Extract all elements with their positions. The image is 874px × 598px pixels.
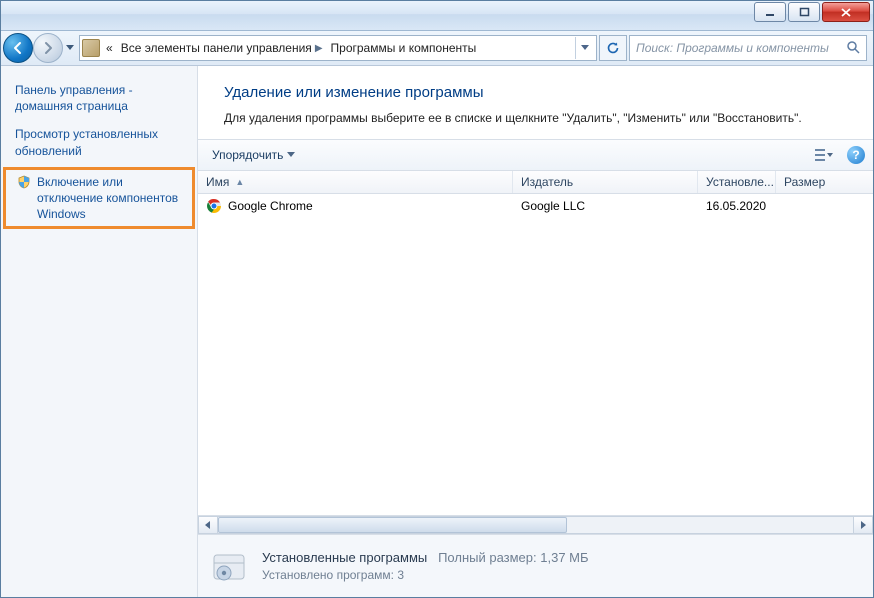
scroll-thumb[interactable] (218, 517, 567, 533)
column-label: Установле... (706, 175, 774, 189)
sidebar-item-label: Включение или отключение компонентов Win… (37, 174, 185, 223)
shield-icon (17, 175, 31, 189)
organize-menu[interactable]: Упорядочить (206, 146, 301, 164)
horizontal-scrollbar[interactable] (198, 515, 873, 534)
view-options-button[interactable] (809, 144, 839, 166)
content-pane: Удаление или изменение программы Для уда… (198, 66, 873, 597)
column-label: Имя (206, 175, 229, 189)
chevron-down-icon (287, 152, 295, 158)
sidebar: Панель управления - домашняя страница Пр… (1, 66, 198, 597)
control-panel-window: « Все элементы панели управления ▶ Прогр… (0, 0, 874, 598)
chevron-right-icon: ▶ (315, 43, 323, 54)
page-description: Для удаления программы выберите ее в спи… (224, 111, 847, 125)
list-rows: Google Chrome Google LLC 16.05.2020 (198, 194, 873, 515)
cell-name: Google Chrome (228, 199, 313, 213)
programs-box-icon (208, 545, 250, 587)
details-title: Установленные программы (262, 550, 427, 565)
address-bar[interactable]: « Все элементы панели управления ▶ Прогр… (79, 35, 597, 61)
scroll-track[interactable] (218, 516, 853, 534)
sort-ascending-icon: ▲ (235, 177, 244, 187)
column-header-row: Имя ▲ Издатель Установле... Размер (198, 171, 873, 194)
scroll-right-button[interactable] (853, 516, 873, 534)
column-label: Размер (784, 175, 825, 189)
scroll-left-button[interactable] (198, 516, 218, 534)
breadcrumb-chevrons[interactable]: « (104, 41, 115, 55)
breadcrumb-label: Все элементы панели управления (121, 41, 312, 55)
toolbar: Упорядочить ? (198, 139, 873, 171)
details-count-label: Установлено программ: (262, 568, 394, 582)
sidebar-item-windows-features[interactable]: Включение или отключение компонентов Win… (3, 167, 195, 230)
search-icon (846, 40, 862, 56)
forward-button[interactable] (33, 33, 63, 63)
details-pane: Установленные программы Полный размер: 1… (198, 534, 873, 597)
column-header-installed[interactable]: Установле... (698, 171, 776, 193)
content-header: Удаление или изменение программы Для уда… (198, 66, 873, 139)
cell-publisher: Google LLC (521, 199, 585, 213)
column-header-name[interactable]: Имя ▲ (198, 171, 513, 193)
table-row[interactable]: Google Chrome Google LLC 16.05.2020 (198, 194, 873, 218)
help-button[interactable]: ? (847, 146, 865, 164)
breadcrumb-level-1[interactable]: Все элементы панели управления ▶ (119, 41, 325, 55)
details-count: 3 (397, 568, 404, 582)
programs-list: Имя ▲ Издатель Установле... Размер (198, 171, 873, 534)
sidebar-item-label: Панель управления - домашняя страница (15, 82, 187, 114)
location-icon (82, 39, 100, 57)
sidebar-item-view-updates[interactable]: Просмотр установленных обновлений (1, 120, 197, 164)
body: Панель управления - домашняя страница Пр… (1, 66, 873, 597)
history-dropdown[interactable] (63, 34, 77, 62)
cell-installed: 16.05.2020 (706, 199, 766, 213)
back-button[interactable] (3, 33, 33, 63)
column-header-publisher[interactable]: Издатель (513, 171, 698, 193)
organize-label: Упорядочить (212, 148, 283, 162)
nav-row: « Все элементы панели управления ▶ Прогр… (1, 31, 873, 66)
refresh-button[interactable] (599, 35, 627, 61)
breadcrumb-level-2[interactable]: Программы и компоненты (329, 41, 479, 55)
maximize-button[interactable] (788, 2, 820, 22)
search-box[interactable] (629, 35, 867, 61)
search-input[interactable] (634, 40, 846, 56)
column-header-size[interactable]: Размер (776, 171, 873, 193)
minimize-button[interactable] (754, 2, 786, 22)
close-button[interactable] (822, 2, 870, 22)
details-text: Установленные программы Полный размер: 1… (262, 549, 589, 584)
nav-buttons (3, 33, 77, 63)
breadcrumb-label: Программы и компоненты (331, 41, 477, 55)
details-total-size: 1,37 МБ (540, 550, 588, 565)
sidebar-item-control-panel-home[interactable]: Панель управления - домашняя страница (1, 76, 197, 120)
sidebar-item-label: Просмотр установленных обновлений (15, 126, 187, 158)
page-title: Удаление или изменение программы (224, 84, 847, 101)
chrome-icon (206, 198, 222, 214)
window-titlebar (1, 1, 873, 31)
details-total-label: Полный размер: (438, 550, 537, 565)
column-label: Издатель (521, 175, 573, 189)
address-dropdown[interactable] (575, 37, 594, 59)
